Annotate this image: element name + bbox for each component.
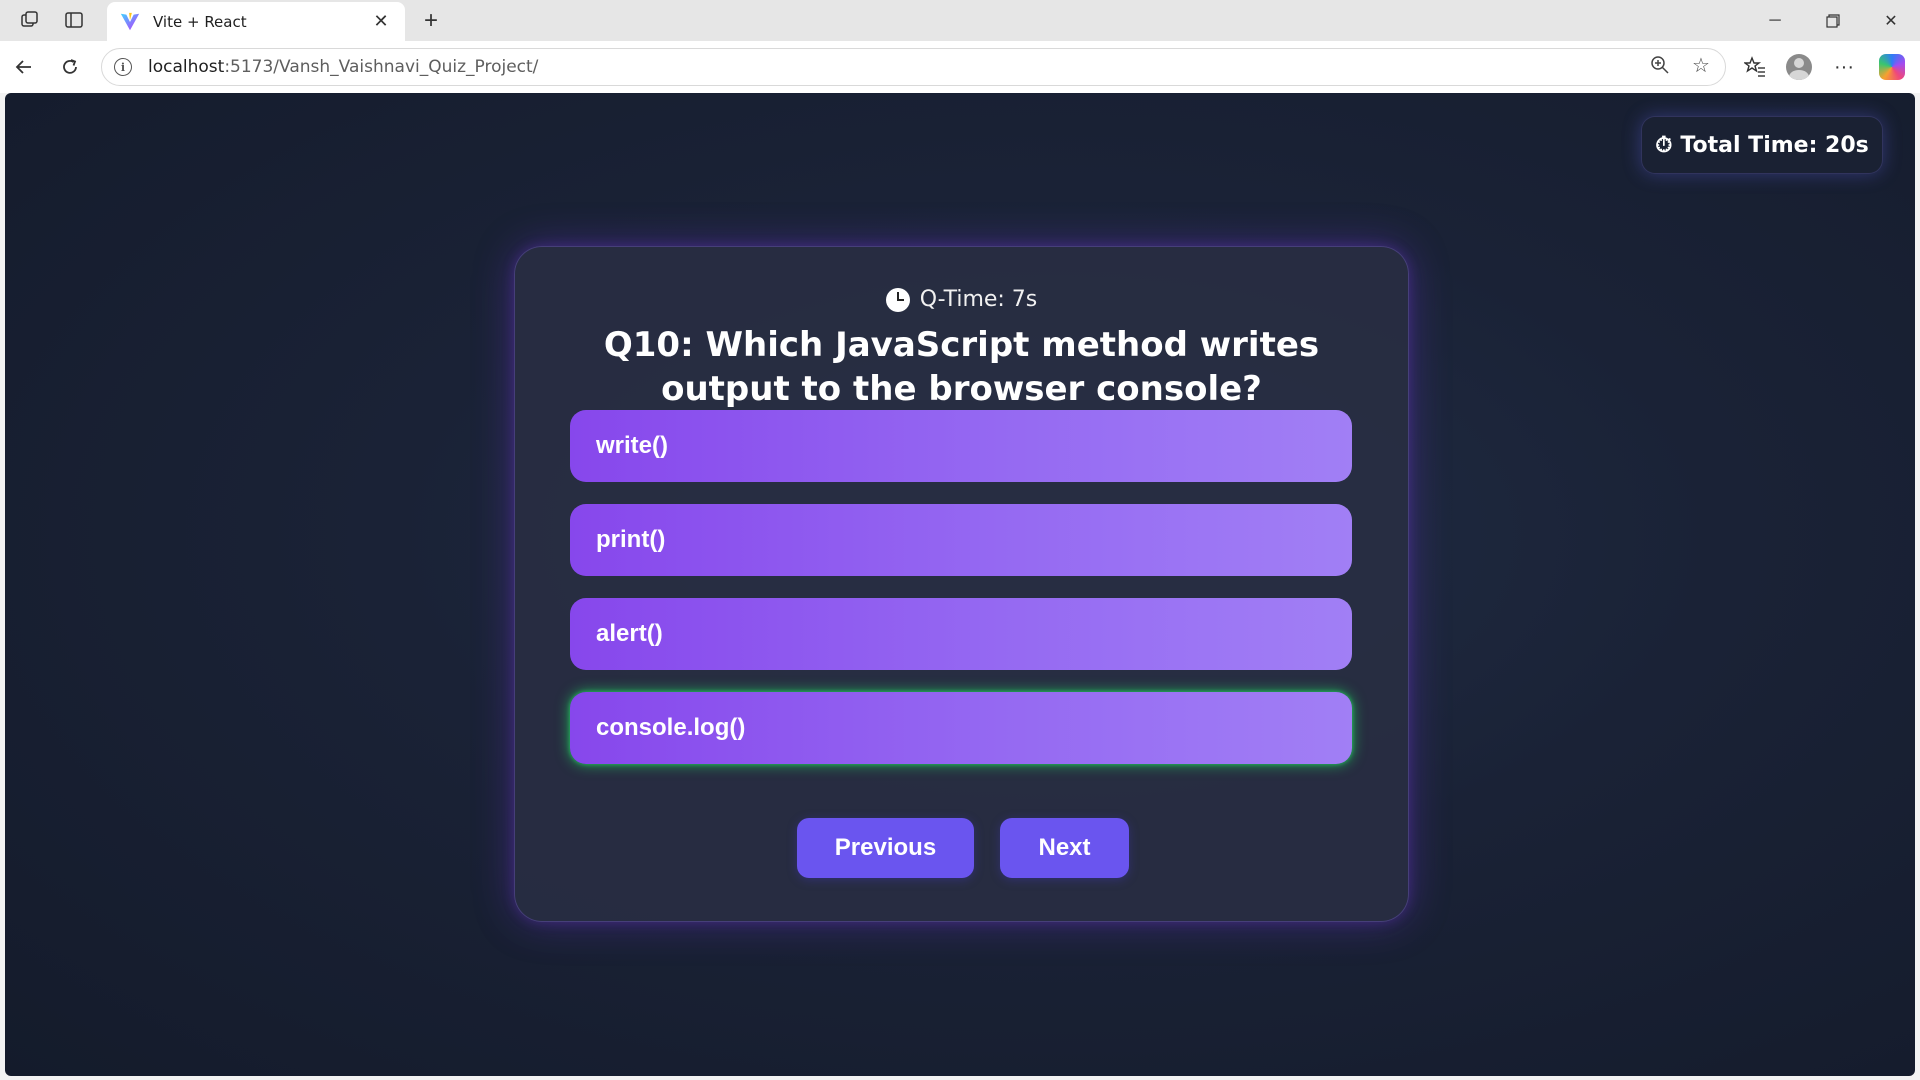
- favorite-star-icon[interactable]: ☆: [1685, 49, 1717, 81]
- option-label: print(): [596, 526, 666, 553]
- total-time-label: Total Time: 20s: [1680, 132, 1869, 158]
- site-info-icon[interactable]: i: [114, 58, 132, 76]
- option-label: alert(): [596, 620, 663, 647]
- question-timer: Q-Time: 7s: [515, 287, 1408, 312]
- option-label: write(): [596, 432, 668, 459]
- tab-strip: Vite + React ✕ + ─ ✕: [0, 0, 1920, 41]
- close-window-button[interactable]: ✕: [1862, 0, 1920, 41]
- option-alert[interactable]: alert(): [570, 598, 1352, 670]
- url-host: localhost: [148, 57, 225, 77]
- workspaces-icon[interactable]: [12, 2, 48, 38]
- address-bar[interactable]: i localhost:5173/Vansh_Vaishnavi_Quiz_Pr…: [101, 48, 1726, 86]
- option-write[interactable]: write(): [570, 410, 1352, 482]
- vertical-tabs-icon[interactable]: [56, 2, 92, 38]
- vite-logo-icon: [120, 12, 140, 30]
- active-tab[interactable]: Vite + React ✕: [107, 2, 405, 41]
- clock-icon: [885, 287, 910, 312]
- tab-title: Vite + React: [153, 12, 247, 31]
- quiz-page: ⏱ Total Time: 20s Q-Time: 7s Q10: Which …: [5, 93, 1915, 1076]
- refresh-button[interactable]: [52, 49, 88, 85]
- copilot-icon[interactable]: [1872, 49, 1912, 85]
- option-label: console.log(): [596, 714, 746, 741]
- restore-button[interactable]: [1804, 0, 1862, 41]
- url-text[interactable]: localhost:5173/Vansh_Vaishnavi_Quiz_Proj…: [148, 57, 538, 77]
- back-button[interactable]: [6, 49, 42, 85]
- favorites-icon[interactable]: [1735, 49, 1775, 85]
- total-time-badge: ⏱ Total Time: 20s: [1641, 116, 1883, 174]
- question-time-label: Q-Time: 7s: [919, 287, 1038, 312]
- new-tab-button[interactable]: +: [414, 4, 448, 38]
- profile-button[interactable]: [1779, 49, 1819, 85]
- option-print[interactable]: print(): [570, 504, 1352, 576]
- question-card: Q-Time: 7s Q10: Which JavaScript method …: [514, 246, 1409, 922]
- previous-button[interactable]: Previous: [797, 818, 974, 878]
- zoom-icon[interactable]: [1644, 49, 1676, 81]
- next-button[interactable]: Next: [1000, 818, 1129, 878]
- url-path: :5173/Vansh_Vaishnavi_Quiz_Project/: [224, 57, 539, 77]
- minimize-button[interactable]: ─: [1746, 0, 1804, 41]
- close-tab-icon[interactable]: ✕: [369, 11, 393, 32]
- more-options-icon[interactable]: ···: [1824, 49, 1864, 85]
- option-console-log[interactable]: console.log(): [570, 692, 1352, 764]
- address-toolbar: i localhost:5173/Vansh_Vaishnavi_Quiz_Pr…: [0, 41, 1920, 93]
- refresh-icon: [63, 59, 77, 74]
- avatar: [1786, 54, 1812, 80]
- question-text: Q10: Which JavaScript method writes outp…: [603, 325, 1320, 409]
- back-arrow-icon: [15, 60, 31, 74]
- stopwatch-icon: ⏱: [1655, 132, 1673, 158]
